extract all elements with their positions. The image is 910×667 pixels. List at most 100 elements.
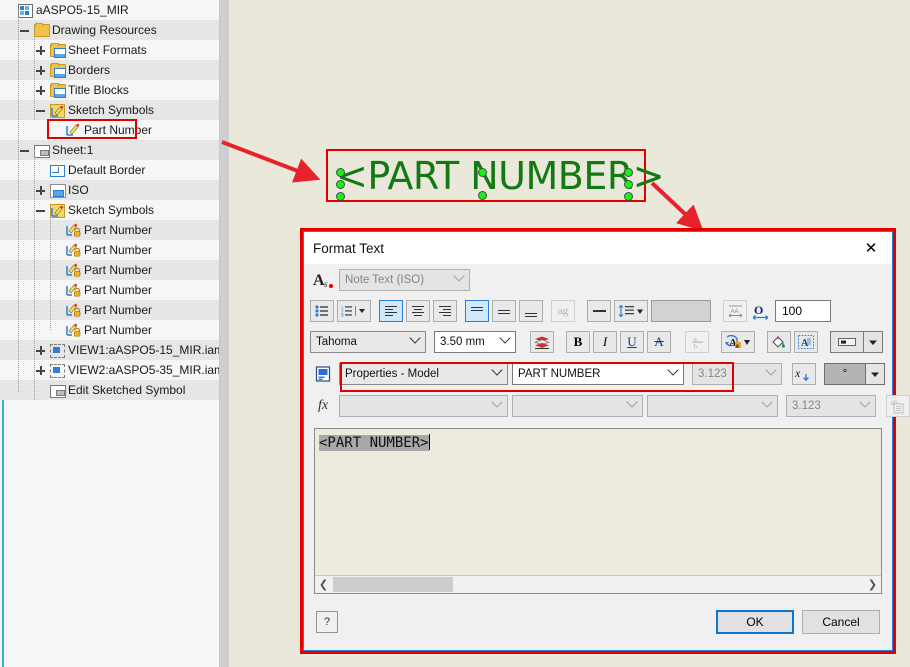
- font-size-combo[interactable]: 3.50 mm: [434, 331, 516, 353]
- property-source-combo[interactable]: Properties - Model: [339, 363, 508, 385]
- line-spacing-value-field[interactable]: [651, 300, 711, 322]
- rotate-text-button[interactable]: A a: [721, 331, 755, 353]
- align-center-button[interactable]: [406, 300, 430, 322]
- model-browser-panel[interactable]: aASPO5-15_MIR Drawing Resources Sheet Form…: [0, 0, 221, 667]
- scrollbar-thumb[interactable]: [333, 577, 453, 592]
- tree-item-label: VIEW1:aASPO5-15_MIR.iam: [68, 343, 221, 357]
- tree-item-sheet-formats[interactable]: Sheet Formats: [0, 40, 219, 60]
- expand-toggle[interactable]: [36, 365, 45, 375]
- tree-item-iso[interactable]: ISO: [0, 180, 219, 200]
- tree-item-default-border[interactable]: Default Border: [0, 160, 219, 180]
- valign-middle-button[interactable]: [492, 300, 516, 322]
- tree-item-part-number[interactable]: Part Number: [0, 320, 219, 340]
- scroll-left-arrow-icon[interactable]: ❮: [315, 576, 332, 593]
- grip-dot[interactable]: [478, 191, 487, 200]
- insert-parameter-button[interactable]: d0: [886, 395, 910, 417]
- tree-item-view2-aaspo5-35-mir-iam[interactable]: VIEW2:aASPO5-35_MIR.iam: [0, 360, 221, 380]
- text-width-percent-field[interactable]: 100: [775, 300, 831, 322]
- cancel-button[interactable]: Cancel: [802, 610, 880, 634]
- tree-item-part-number[interactable]: Part Number: [0, 300, 219, 320]
- grip-dot[interactable]: [624, 180, 633, 189]
- parameter-name-combo[interactable]: [647, 395, 778, 417]
- fraction-button[interactable]: a b: [685, 331, 709, 353]
- parameter-precision-combo[interactable]: 3.123: [786, 395, 876, 417]
- part-number-symbol-text[interactable]: <PART NUMBER>: [336, 154, 665, 198]
- text-stretch-button[interactable]: AA: [723, 300, 747, 322]
- text-fill-color-button[interactable]: [767, 331, 791, 353]
- text-width-icon[interactable]: O: [750, 300, 772, 322]
- close-icon[interactable]: ✕: [850, 232, 892, 263]
- valign-top-button[interactable]: [465, 300, 489, 322]
- parameter-source-combo[interactable]: [339, 395, 508, 417]
- parameter-group-combo[interactable]: [512, 395, 643, 417]
- align-right-button[interactable]: [433, 300, 457, 322]
- tree-item-sketch-symbols[interactable]: Sketch Symbols: [0, 100, 219, 120]
- grip-dot[interactable]: [336, 180, 345, 189]
- precision-combo[interactable]: 3.123: [692, 363, 782, 385]
- dialog-title-bar[interactable]: Format Text ✕: [304, 232, 892, 264]
- expand-toggle[interactable]: [36, 185, 45, 195]
- svg-text:AA: AA: [730, 309, 738, 315]
- tree-item-part-number[interactable]: Part Number: [0, 280, 219, 300]
- tree-item-sheet-1[interactable]: Sheet:1: [0, 140, 219, 160]
- browser-scrollbar[interactable]: [220, 0, 229, 667]
- tree-item-part-number[interactable]: Part Number: [0, 220, 219, 240]
- grip-dot[interactable]: [624, 192, 633, 201]
- tree-item-edit-sketched-symbol[interactable]: Edit Sketched Symbol: [0, 380, 219, 400]
- italic-button[interactable]: I: [593, 331, 617, 353]
- line-rule-button[interactable]: [587, 300, 611, 322]
- underline-button[interactable]: U: [620, 331, 644, 353]
- component-icon: [310, 363, 336, 385]
- bullet-list-button[interactable]: [310, 300, 334, 322]
- symbol-preview-field[interactable]: °: [824, 363, 866, 385]
- edit-field-button[interactable]: A: [794, 331, 818, 353]
- text-style-combo[interactable]: Note Text (ISO): [339, 269, 470, 291]
- editor-horizontal-scrollbar[interactable]: ❮ ❯: [315, 575, 881, 593]
- tree-item-aaspo5-15-mir[interactable]: aASPO5-15_MIR: [0, 0, 219, 20]
- insert-symbol-dropdown[interactable]: [863, 331, 883, 353]
- valign-bottom-button[interactable]: [519, 300, 543, 322]
- tree-item-part-number[interactable]: Part Number: [0, 260, 219, 280]
- property-source-row: Properties - Model PART NUMBER 3.123 x °: [304, 358, 892, 392]
- tree-item-part-number[interactable]: Part Number: [0, 240, 219, 260]
- text-editor[interactable]: <PART NUMBER>: [315, 429, 881, 575]
- tree-item-sketch-symbols[interactable]: Sketch Symbols: [0, 200, 219, 220]
- help-button[interactable]: ?: [316, 611, 338, 633]
- font-family-combo[interactable]: Tahoma: [310, 331, 426, 353]
- editor-selected-text[interactable]: <PART NUMBER>: [319, 435, 429, 451]
- tree-item-label: Sheet:1: [52, 143, 94, 157]
- tree-item-drawing-resources[interactable]: Drawing Resources: [0, 20, 219, 40]
- property-name-combo[interactable]: PART NUMBER: [512, 363, 684, 385]
- expand-toggle[interactable]: [36, 65, 45, 75]
- dialog-footer: ? OK Cancel: [304, 594, 892, 650]
- tree-item-borders[interactable]: Borders: [0, 60, 219, 80]
- align-left-button[interactable]: [379, 300, 403, 322]
- grip-dot[interactable]: [624, 168, 633, 177]
- expand-toggle[interactable]: [36, 45, 45, 55]
- bold-button[interactable]: B: [566, 331, 590, 353]
- grip-dot[interactable]: [336, 168, 345, 177]
- symbol-dropdown-button[interactable]: [865, 363, 885, 385]
- strikethrough-button[interactable]: A: [647, 331, 671, 353]
- line-spacing-button[interactable]: [614, 300, 648, 322]
- stacked-text-button[interactable]: ag: [551, 300, 575, 322]
- collapse-toggle[interactable]: [36, 106, 45, 115]
- collapse-toggle[interactable]: [20, 26, 29, 35]
- scroll-right-arrow-icon[interactable]: ❯: [864, 576, 881, 593]
- insert-symbol-button[interactable]: [830, 331, 864, 353]
- collapse-toggle[interactable]: [20, 146, 29, 155]
- numbered-list-button[interactable]: 1 2 3: [337, 300, 371, 322]
- layers-button[interactable]: [530, 331, 554, 353]
- ok-button[interactable]: OK: [716, 610, 794, 634]
- collapse-toggle[interactable]: [36, 206, 45, 215]
- grip-dot[interactable]: [336, 192, 345, 201]
- grip-dot[interactable]: [478, 168, 487, 177]
- tree-item-label: Sketch Symbols: [68, 103, 155, 117]
- insert-property-button[interactable]: x: [792, 363, 816, 385]
- format-text-dialog[interactable]: Format Text ✕ A s Note Text (ISO) 1 2 3 …: [303, 231, 910, 651]
- tree-item-title-blocks[interactable]: Title Blocks: [0, 80, 219, 100]
- expand-toggle[interactable]: [36, 85, 45, 95]
- locked-sketch-symbol-icon: [65, 303, 81, 317]
- expand-toggle[interactable]: [36, 345, 45, 355]
- tree-item-view1-aaspo5-15-mir-iam[interactable]: VIEW1:aASPO5-15_MIR.iam: [0, 340, 221, 360]
